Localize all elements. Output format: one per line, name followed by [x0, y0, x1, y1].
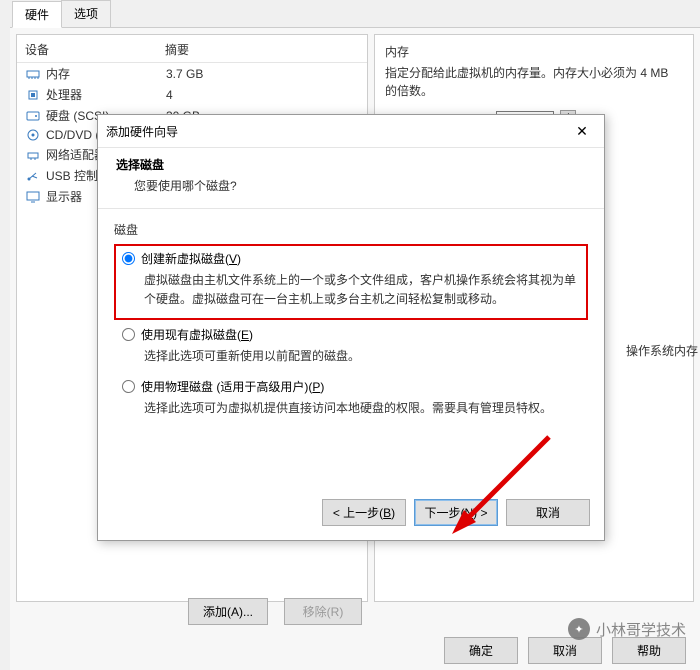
- cancel-button[interactable]: 取消: [528, 637, 602, 664]
- device-summary: 3.7 GB: [166, 67, 203, 81]
- option-use-existing-disk[interactable]: 使用现有虚拟磁盘(E) 选择此选项可重新使用以前配置的磁盘。: [114, 320, 588, 372]
- col-summary: 摘要: [165, 41, 189, 58]
- memory-group-title: 内存: [385, 43, 683, 60]
- disk-fieldset-label: 磁盘: [114, 221, 588, 238]
- radio-use-physical[interactable]: [122, 380, 135, 393]
- device-name: 内存: [46, 65, 166, 82]
- dialog-heading: 选择磁盘: [116, 156, 586, 173]
- dialog-body: 磁盘 创建新虚拟磁盘(V) 虚拟磁盘由主机文件系统上的一个或多个文件组成，客户机…: [98, 209, 604, 489]
- usb-icon: [25, 169, 41, 183]
- remove-hardware-button: 移除(R): [284, 598, 362, 625]
- device-summary: 4: [166, 88, 173, 102]
- option-create-new-disk[interactable]: 创建新虚拟磁盘(V) 虚拟磁盘由主机文件系统上的一个或多个文件组成，客户机操作系…: [114, 244, 588, 320]
- side-note: 操作系统内存: [624, 340, 700, 361]
- option2-desc: 选择此选项可重新使用以前配置的磁盘。: [122, 347, 580, 366]
- dialog-title: 添加硬件向导: [106, 123, 568, 140]
- display-icon: [25, 190, 41, 204]
- wechat-icon: ✦: [568, 618, 590, 640]
- col-device: 设备: [25, 41, 165, 58]
- option1-label: 创建新虚拟磁盘(V): [141, 250, 241, 267]
- option-use-physical-disk[interactable]: 使用物理磁盘 (适用于高级用户)(P) 选择此选项可为虚拟机提供直接访问本地硬盘…: [114, 372, 588, 424]
- option2-label: 使用现有虚拟磁盘(E): [141, 326, 253, 343]
- next-button[interactable]: 下一步(N) >: [414, 499, 498, 526]
- cd-icon: [25, 128, 41, 142]
- option3-label: 使用物理磁盘 (适用于高级用户)(P): [141, 378, 324, 395]
- radio-create-new[interactable]: [122, 252, 135, 265]
- tabs: 硬件 选项: [10, 0, 700, 28]
- watermark-text: 小林哥学技术: [596, 619, 686, 640]
- dialog-subheading: 您要使用哪个磁盘?: [116, 177, 586, 194]
- disk-icon: [25, 109, 41, 123]
- close-icon[interactable]: ✕: [568, 121, 596, 141]
- option3-desc: 选择此选项可为虚拟机提供直接访问本地硬盘的权限。需要具有管理员特权。: [122, 399, 580, 418]
- memory-desc: 指定分配给此虚拟机的内存量。内存大小必须为 4 MB 的倍数。: [385, 64, 683, 100]
- hardware-buttons: 添加(A)... 移除(R): [188, 590, 362, 631]
- tab-hardware[interactable]: 硬件: [12, 1, 62, 28]
- radio-use-existing[interactable]: [122, 328, 135, 341]
- option1-desc: 虚拟磁盘由主机文件系统上的一个或多个文件组成，客户机操作系统会将其视为单个硬盘。…: [122, 271, 580, 308]
- cpu-icon: [25, 88, 41, 102]
- hardware-list-header: 设备 摘要: [17, 35, 367, 63]
- ok-button[interactable]: 确定: [444, 637, 518, 664]
- add-hardware-wizard-dialog: 添加硬件向导 ✕ 选择磁盘 您要使用哪个磁盘? 磁盘 创建新虚拟磁盘(V) 虚拟…: [97, 114, 605, 541]
- device-name: 处理器: [46, 86, 166, 103]
- tab-options[interactable]: 选项: [61, 0, 111, 27]
- help-button[interactable]: 帮助: [612, 637, 686, 664]
- hardware-row[interactable]: 内存3.7 GB: [17, 63, 367, 84]
- watermark: ✦ 小林哥学技术: [568, 618, 686, 640]
- dialog-cancel-button[interactable]: 取消: [506, 499, 590, 526]
- dialog-buttons: < 上一步(B) 下一步(N) > 取消: [98, 489, 604, 540]
- dialog-header: 选择磁盘 您要使用哪个磁盘?: [98, 148, 604, 209]
- memory-icon: [25, 67, 41, 81]
- add-hardware-button[interactable]: 添加(A)...: [188, 598, 268, 625]
- back-button[interactable]: < 上一步(B): [322, 499, 406, 526]
- net-icon: [25, 148, 41, 162]
- hardware-row[interactable]: 处理器4: [17, 84, 367, 105]
- dialog-titlebar: 添加硬件向导 ✕: [98, 115, 604, 148]
